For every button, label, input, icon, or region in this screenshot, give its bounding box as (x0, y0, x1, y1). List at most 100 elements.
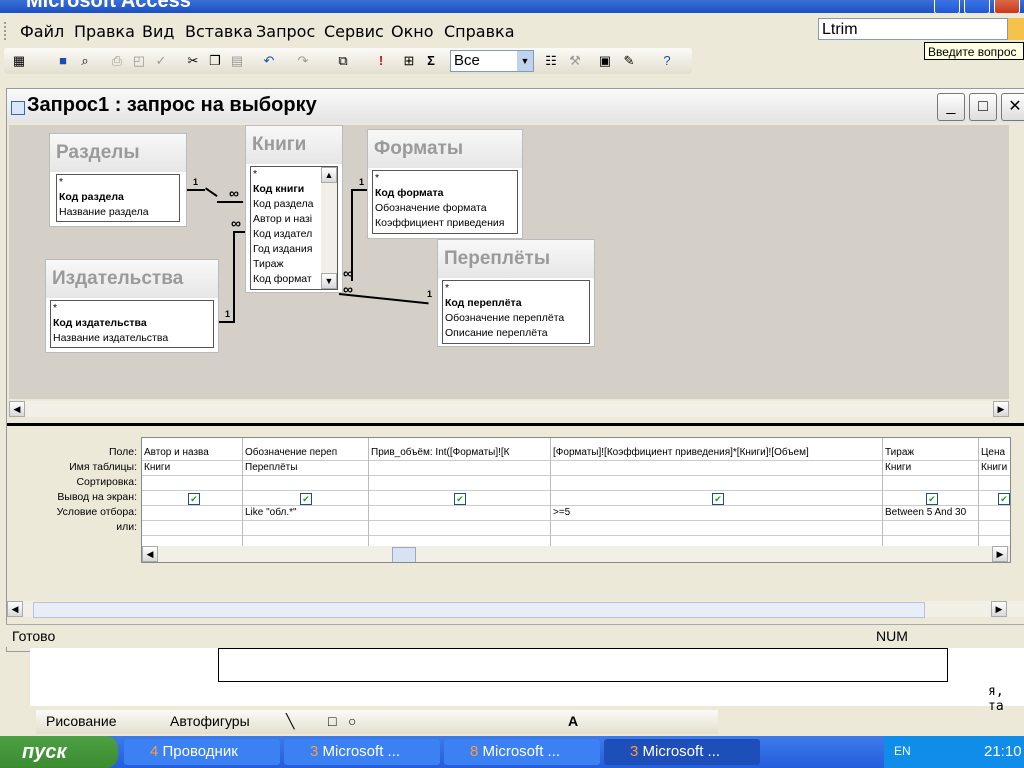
scroll-left-icon[interactable]: ◀ (9, 401, 25, 417)
field-item[interactable]: Описание переплёта (443, 326, 589, 341)
field-item[interactable]: Код формата (373, 186, 517, 201)
maximize-button[interactable] (964, 0, 990, 13)
show-table-icon[interactable]: ⊞ (400, 52, 418, 70)
language-indicator[interactable]: EN (894, 744, 911, 758)
scroll-right-icon[interactable]: ▶ (991, 601, 1007, 617)
totals-icon[interactable]: Σ (422, 52, 440, 70)
help-search-input[interactable]: Ltrim (818, 18, 1008, 40)
properties-icon[interactable]: ☷ (542, 52, 560, 70)
minimize-button[interactable] (934, 0, 960, 13)
show-checkbox[interactable]: ✔ (300, 493, 312, 505)
help-icon[interactable]: ? (658, 52, 676, 70)
scroll-left-icon[interactable]: ◀ (7, 601, 23, 617)
field-item[interactable]: Название издательства (51, 331, 213, 346)
menu-tools[interactable]: Сервис (324, 22, 384, 41)
clock[interactable]: 21:10 (984, 743, 1022, 760)
show-checkbox[interactable]: ✔ (926, 493, 938, 505)
close-button[interactable] (994, 0, 1020, 13)
grid-table-cell[interactable]: Переплёты (243, 461, 368, 475)
paste-icon[interactable]: ▤ (228, 52, 246, 70)
table-razdely[interactable]: Разделы * Код раздела Название раздела (49, 133, 187, 227)
menu-query[interactable]: Запрос (256, 22, 315, 41)
new-object-icon[interactable]: ✎ (620, 52, 638, 70)
table-title[interactable]: Разделы (50, 134, 186, 172)
window-scrollbar[interactable]: ◀ ▶ (7, 601, 1024, 618)
table-formaty[interactable]: Форматы * Код формата Обозначение формат… (367, 129, 523, 239)
menu-help[interactable]: Справка (444, 22, 515, 41)
show-checkbox[interactable]: ✔ (712, 493, 724, 505)
table-title[interactable]: Книги (246, 126, 342, 164)
field-item[interactable]: Обозначение переплёта (443, 311, 589, 326)
field-item[interactable]: * (57, 175, 179, 190)
menu-edit[interactable]: Правка (74, 22, 135, 41)
field-item[interactable]: Обозначение формата (373, 201, 517, 216)
save-icon[interactable]: ■ (54, 52, 72, 70)
font-color-icon[interactable]: A (568, 713, 578, 729)
oval-icon[interactable]: ○ (348, 713, 356, 729)
scroll-thumb[interactable] (392, 547, 416, 562)
database-window-icon[interactable]: ▣ (596, 52, 614, 70)
show-checkbox[interactable]: ✔ (998, 493, 1010, 505)
field-item[interactable]: Код раздела (57, 190, 179, 205)
scroll-right-icon[interactable]: ▶ (993, 401, 1009, 417)
taskbar-item-explorer[interactable]: 4 Проводник (124, 739, 280, 765)
undo-icon[interactable]: ↶ (260, 52, 278, 70)
grid-field-cell[interactable]: Обозначение переп (243, 446, 368, 460)
field-item[interactable]: * (51, 301, 213, 316)
table-knigi[interactable]: Книги * Код книги Код раздела Автор и на… (245, 125, 343, 293)
field-item[interactable]: * (373, 171, 517, 186)
grid-criteria-cell[interactable] (142, 506, 242, 520)
show-checkbox[interactable]: ✔ (188, 493, 200, 505)
top-values-select[interactable]: Все ▼ (450, 50, 534, 72)
grid-criteria-cell[interactable]: Like "обл.*" (243, 506, 368, 520)
spelling-icon[interactable]: ✓ (152, 52, 170, 70)
query-type-icon[interactable]: ⧉ (334, 52, 352, 70)
scroll-thumb[interactable] (33, 602, 925, 618)
build-icon[interactable]: ⚒ (566, 52, 584, 70)
query-minimize-button[interactable]: _ (937, 93, 965, 121)
help-dropdown-button[interactable] (1008, 18, 1024, 40)
drawing-menu[interactable]: Рисование (46, 713, 117, 729)
start-button[interactable]: пуск (0, 736, 118, 768)
grid-field-cell[interactable]: Прив_объём: Int([Форматы]![К (369, 446, 550, 460)
table-izdatelstva[interactable]: Издательства * Код издательства Название… (45, 259, 219, 353)
grid-table-cell[interactable] (369, 461, 550, 475)
taskbar-item-access[interactable]: 3 Microsoft ... (604, 739, 760, 765)
query-maximize-button[interactable]: □ (969, 93, 997, 121)
view-icon[interactable]: ▦ (10, 52, 28, 70)
scroll-up-icon[interactable]: ▲ (321, 167, 337, 183)
grid-criteria-cell[interactable]: Between 5 And 30 (883, 506, 978, 520)
grid-field-cell[interactable]: Автор и назва (142, 446, 242, 460)
scroll-left-icon[interactable]: ◀ (142, 546, 158, 562)
grid-table-cell[interactable] (551, 461, 882, 475)
menu-file[interactable]: Файл (20, 22, 64, 41)
table-title[interactable]: Издательства (46, 260, 218, 298)
grid-table-cell[interactable]: Книги (883, 461, 978, 475)
menu-window[interactable]: Окно (391, 22, 434, 41)
run-icon[interactable]: ! (372, 52, 390, 70)
copy-icon[interactable]: ❐ (206, 52, 224, 70)
scroll-down-icon[interactable]: ▼ (321, 273, 337, 289)
pane-splitter[interactable] (7, 423, 1024, 426)
show-checkbox[interactable]: ✔ (454, 493, 466, 505)
grid-table-cell[interactable]: Книги (142, 461, 242, 475)
menu-view[interactable]: Вид (142, 22, 174, 41)
grid-criteria-cell[interactable] (369, 506, 550, 520)
grid-field-cell[interactable]: Тираж (883, 446, 978, 460)
word-text-box[interactable] (218, 648, 948, 682)
table-title[interactable]: Форматы (368, 130, 522, 168)
grid-field-cell[interactable]: Цена (979, 446, 1010, 460)
autoshapes-menu[interactable]: Автофигуры (170, 713, 250, 729)
table-pereplety[interactable]: Переплёты * Код переплёта Обозначение пе… (437, 239, 595, 347)
query-design-grid[interactable]: Автор и назва Книги ✔ Обозначение переп … (141, 437, 1011, 563)
chevron-down-icon[interactable]: ▼ (517, 51, 533, 71)
field-item[interactable]: Название раздела (57, 205, 179, 220)
print-icon[interactable]: ⎙ (108, 52, 126, 70)
redo-icon[interactable]: ↷ (294, 52, 312, 70)
field-item[interactable]: Код издательства (51, 316, 213, 331)
taskbar-item-word[interactable]: 8 Microsoft ... (444, 739, 600, 765)
table-title[interactable]: Переплёты (438, 240, 594, 278)
cut-icon[interactable]: ✂ (184, 52, 202, 70)
rectangle-icon[interactable]: □ (328, 713, 336, 729)
grid-field-cell[interactable]: [Форматы]![Коэффициент приведения]*[Книг… (551, 446, 882, 460)
